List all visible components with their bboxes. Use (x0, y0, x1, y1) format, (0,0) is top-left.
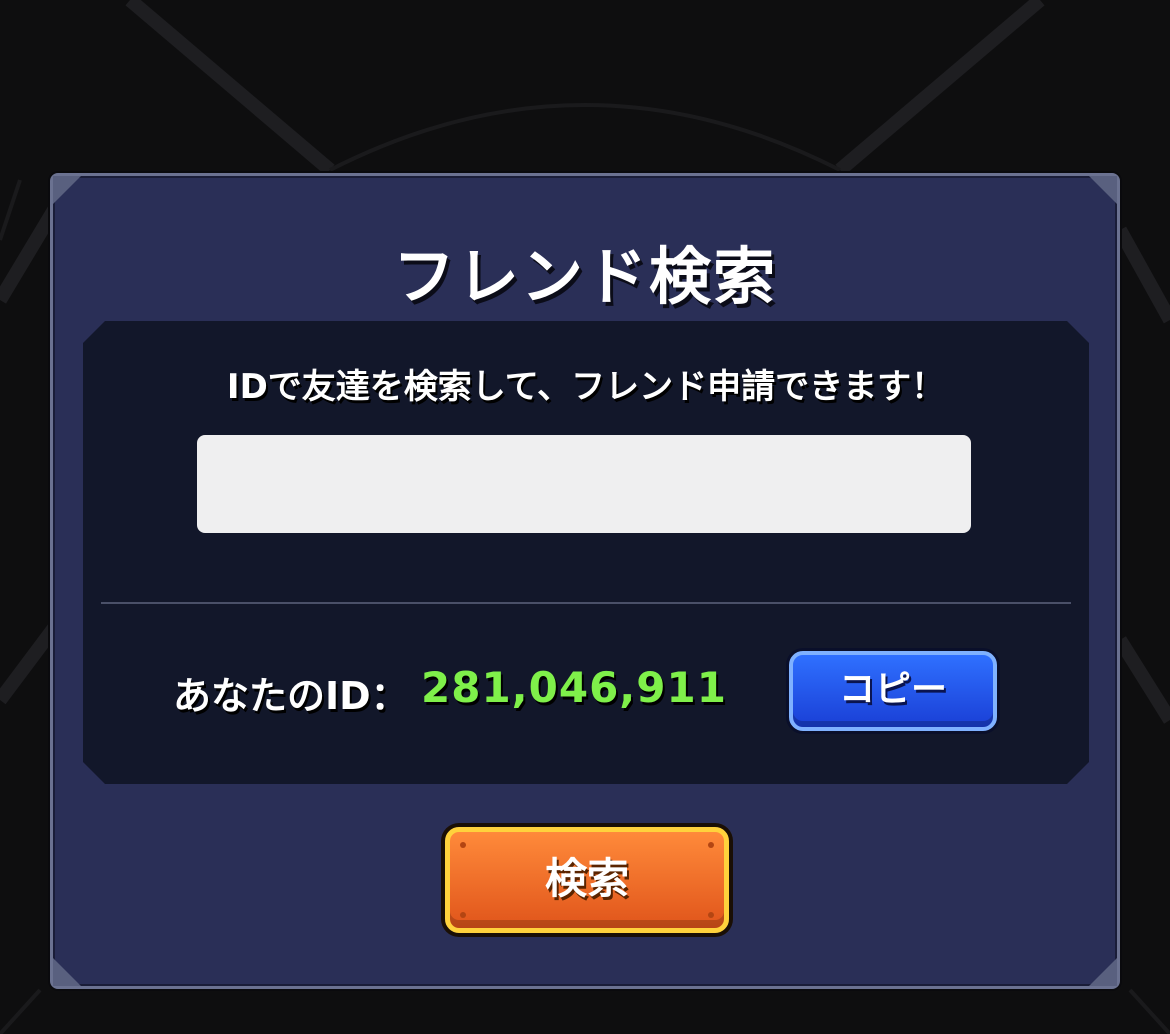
search-panel: IDで友達を検索して、フレンド申請できます！ あなたのID： 281,046,9… (83, 321, 1089, 784)
rivet-decoration (708, 842, 714, 848)
corner-ornament (1089, 958, 1117, 986)
copy-button[interactable]: コピー (789, 651, 997, 731)
divider (101, 602, 1071, 604)
search-button-label: 検索 (544, 854, 629, 903)
your-id-row: あなたのID： 281,046,911 コピー (83, 651, 1089, 735)
your-id-value: 281,046,911 (421, 663, 727, 712)
rivet-decoration (460, 842, 466, 848)
dialog-title: フレンド検索 (392, 240, 777, 313)
instructions-text: IDで友達を検索して、フレンド申請できます！ (226, 367, 946, 407)
corner-ornament (53, 958, 81, 986)
friend-search-dialog: フレンド検索 IDで友達を検索して、フレンド申請できます！ あなたのID： 28… (50, 173, 1120, 989)
rivet-decoration (460, 912, 466, 918)
corner-ornament (53, 176, 81, 204)
rivet-decoration (708, 912, 714, 918)
your-id-label: あなたのID： (173, 674, 409, 718)
search-button[interactable]: 検索 (445, 827, 729, 933)
friend-id-input[interactable] (197, 435, 971, 533)
corner-ornament (1089, 176, 1117, 204)
